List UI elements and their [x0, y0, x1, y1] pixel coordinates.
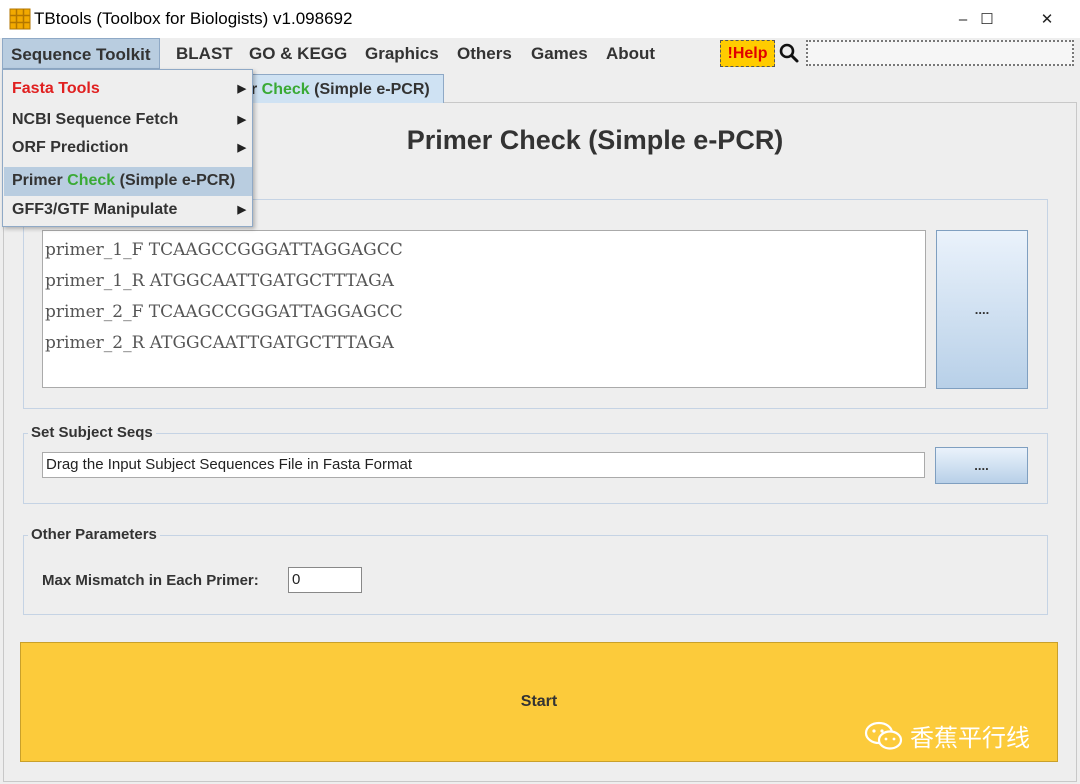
- menu-about[interactable]: About: [598, 38, 663, 69]
- submenu-arrow-icon: ▶: [237, 142, 246, 154]
- submenu-arrow-icon: ▶: [237, 83, 246, 95]
- sequence-toolkit-dropdown: Fasta Tools ▶ NCBI Sequence Fetch ▶ ORF …: [2, 69, 253, 227]
- menu-item-label: GFF3/GTF Manipulate: [12, 201, 178, 218]
- menu-item-label: NCBI Sequence Fetch: [12, 111, 179, 128]
- window-title: TBtools (Toolbox for Biologists) v1.0986…: [34, 9, 353, 28]
- other-parameters-label: Other Parameters: [28, 526, 160, 543]
- menu-item-ncbi-sequence-fetch[interactable]: NCBI Sequence Fetch ▶: [4, 106, 252, 134]
- search-icon[interactable]: [778, 42, 800, 64]
- subject-browse-button[interactable]: ....: [935, 447, 1028, 484]
- help-button[interactable]: !Help: [720, 40, 775, 67]
- watermark-text: 香蕉平行线: [910, 725, 1030, 752]
- max-mismatch-label: Max Mismatch in Each Primer:: [42, 572, 259, 589]
- subject-file-input[interactable]: Drag the Input Subject Sequences File in…: [42, 452, 925, 478]
- primer-line: primer_1_F TCAAGCCGGGATTAGGAGCC: [45, 240, 403, 260]
- close-button[interactable]: ✕: [1024, 0, 1070, 38]
- menu-sequence-toolkit[interactable]: Sequence Toolkit: [2, 38, 160, 69]
- max-mismatch-input[interactable]: 0: [288, 567, 362, 593]
- primer-line: primer_2_F TCAAGCCGGGATTAGGAGCC: [45, 302, 403, 322]
- menu-item-orf-prediction[interactable]: ORF Prediction ▶: [4, 134, 252, 162]
- menu-item-label: Fasta Tools: [12, 80, 100, 97]
- menu-games[interactable]: Games: [523, 38, 596, 69]
- submenu-arrow-icon: ▶: [237, 204, 246, 216]
- submenu-arrow-icon: ▶: [237, 114, 246, 126]
- maximize-icon: ☐: [980, 11, 994, 28]
- menu-item-gff3-gtf-manipulate[interactable]: GFF3/GTF Manipulate ▶: [4, 196, 252, 224]
- menu-item-label: ORF Prediction: [12, 139, 129, 156]
- watermark: 香蕉平行线: [864, 718, 1030, 753]
- menu-item-label-pre: Primer: [12, 172, 68, 189]
- wechat-icon: [864, 721, 903, 750]
- menu-item-primer-check[interactable]: Primer Check (Simple e-PCR): [4, 167, 252, 196]
- tab-label-post: (Simple e-PCR): [309, 81, 430, 98]
- primer-line: primer_1_R ATGGCAATTGATGCTTTAGA: [45, 271, 394, 291]
- menu-blast[interactable]: BLAST: [168, 38, 241, 69]
- search-input[interactable]: [806, 40, 1074, 66]
- tab-primer-check[interactable]: r Check (Simple e-PCR): [240, 74, 444, 103]
- menu-item-label-post: (Simple e-PCR): [115, 172, 236, 189]
- primer-line: primer_2_R ATGGCAATTGATGCTTTAGA: [45, 333, 394, 353]
- primer-textarea[interactable]: primer_1_F TCAAGCCGGGATTAGGAGCC primer_1…: [42, 230, 926, 388]
- menu-graphics[interactable]: Graphics: [357, 38, 447, 69]
- tab-label-green: Check: [261, 81, 310, 98]
- subject-seqs-label: Set Subject Seqs: [28, 424, 156, 441]
- maximize-button[interactable]: ☐: [964, 0, 1010, 38]
- menu-item-label-green: Check: [67, 172, 116, 189]
- menu-others[interactable]: Others: [449, 38, 520, 69]
- menu-go-kegg[interactable]: GO & KEGG: [241, 38, 355, 69]
- tbtools-app-icon: [9, 8, 31, 30]
- close-icon: ✕: [1040, 11, 1054, 28]
- menu-item-fasta-tools[interactable]: Fasta Tools ▶: [4, 75, 252, 103]
- primer-browse-button[interactable]: ....: [936, 230, 1028, 389]
